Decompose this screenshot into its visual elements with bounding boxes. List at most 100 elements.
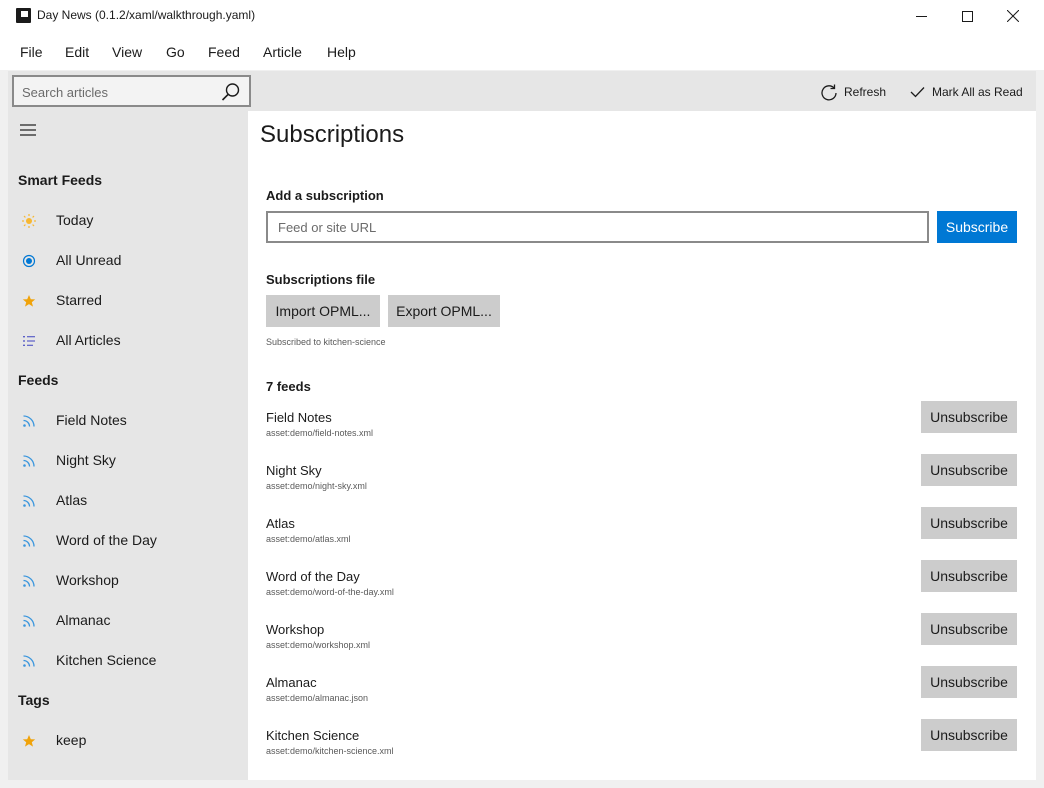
sidebar-item-feed[interactable]: Field Notes [8,402,248,438]
sidebar-item-feed[interactable]: Atlas [8,482,248,518]
star-icon [22,735,36,747]
hamburger-icon[interactable] [19,123,37,137]
smart-feeds-header: Smart Feeds [18,172,103,188]
feed-row: Night Sky asset:demo/night-sky.xml Unsubsc… [266,454,1017,511]
feed-url: asset:demo/word-of-the-day.xml [266,587,394,597]
feed-row: Word of the Day asset:demo/word-of-the-da… [266,560,1017,617]
menu-view[interactable]: View [112,44,142,60]
feed-url: asset:demo/field-notes.xml [266,428,374,438]
feed-row: Atlas asset:demo/atlas.xml Unsubscribe [266,507,1017,564]
search-icon[interactable] [221,82,241,102]
subscriptions-file-label: Subscriptions file [266,272,376,287]
sidebar-item-all-articles[interactable]: All Articles [8,322,248,358]
sidebar-item-label: Atlas [56,492,88,508]
sidebar-item-label: All Articles [56,332,121,348]
unsubscribe-button[interactable]: Unsubscribe [921,507,1017,539]
sidebar-item-feed[interactable]: Word of the Day [8,522,248,558]
app-icon [16,8,31,23]
mark-all-read-button[interactable]: Mark All as Read [910,81,1023,103]
menu-edit[interactable]: Edit [65,44,89,60]
window-title: Day News (0.1.2/xaml/walkthrough.yaml) [37,8,256,22]
export-opml-button[interactable]: Export OPML... [388,295,500,327]
main-content: Subscriptions Add a subscription Subscri… [248,111,1036,780]
rss-icon [23,455,35,467]
status-message: Subscribed to kitchen-science [266,337,386,347]
refresh-icon [821,84,837,101]
sidebar-item-label: Workshop [56,572,119,588]
sidebar-item-label: Field Notes [56,412,127,428]
menu-article[interactable]: Article [263,44,302,60]
feed-title: Workshop [266,622,325,637]
sidebar-item-all-unread[interactable]: All Unread [8,242,248,278]
menu-file[interactable]: File [20,44,43,60]
minimize-icon [915,15,927,17]
unsubscribe-button[interactable]: Unsubscribe [921,560,1017,592]
sidebar-item-label: Night Sky [56,452,116,468]
rss-icon [23,615,35,627]
unsubscribe-button[interactable]: Unsubscribe [921,401,1017,433]
unsubscribe-button[interactable]: Unsubscribe [921,613,1017,645]
sun-icon [22,214,36,228]
feed-row: Kitchen Science asset:demo/kitchen-scienc… [266,719,1017,776]
maximize-icon [961,10,973,22]
list-icon [23,336,35,346]
sidebar-item-label: Kitchen Science [56,652,157,668]
radio-dot-icon [22,254,36,268]
rss-icon [23,415,35,427]
feed-title: Field Notes [266,410,332,425]
unsubscribe-button[interactable]: Unsubscribe [921,719,1017,751]
refresh-button[interactable]: Refresh [820,81,886,103]
feed-title: Atlas [266,516,295,531]
sidebar-item-label: Starred [56,292,102,308]
feed-url: asset:demo/almanac.json [266,693,369,703]
maximize-button[interactable] [944,0,990,32]
import-opml-button[interactable]: Import OPML... [266,295,380,327]
sidebar-item-starred[interactable]: Starred [8,282,248,318]
feed-url-input[interactable] [266,211,929,243]
feed-url: asset:demo/workshop.xml [266,640,371,650]
feed-title: Word of the Day [266,569,360,584]
sidebar-item-label: keep [56,732,87,748]
feed-url: asset:demo/night-sky.xml [266,481,367,491]
feeds-header: Feeds [18,372,59,388]
feed-url: asset:demo/kitchen-science.xml [266,746,394,756]
close-icon [1007,10,1019,22]
feed-title: Almanac [266,675,317,690]
minimize-button[interactable] [898,0,944,32]
sidebar-item-tag-keep[interactable]: keep [8,722,248,758]
sidebar-item-today[interactable]: Today [8,202,248,238]
feed-title: Night Sky [266,463,322,478]
feed-count: 7 feeds [266,379,311,394]
sidebar-item-feed[interactable]: Night Sky [8,442,248,478]
sidebar: Smart Feeds Today All Unread Starred All… [8,111,248,780]
rss-icon [23,535,35,547]
add-subscription-label: Add a subscription [266,188,384,203]
rss-icon [23,575,35,587]
toolbar: Refresh Mark All as Read [8,71,1036,111]
tags-header: Tags [18,692,50,708]
unsubscribe-button[interactable]: Unsubscribe [921,454,1017,486]
sidebar-item-feed[interactable]: Almanac [8,602,248,638]
search-input[interactable] [22,82,212,102]
sidebar-item-label: All Unread [56,252,122,268]
checkmark-icon [910,87,925,98]
menu-help[interactable]: Help [327,44,356,60]
unsubscribe-button[interactable]: Unsubscribe [921,666,1017,698]
close-button[interactable] [990,0,1036,32]
feed-row: Workshop asset:demo/workshop.xml Unsubscri… [266,613,1017,670]
page-title: Subscriptions [260,121,405,148]
feed-row: Almanac asset:demo/almanac.json Unsubscrib… [266,666,1017,723]
title-bar: Day News (0.1.2/xaml/walkthrough.yaml) [0,0,1044,32]
menu-feed[interactable]: Feed [208,44,240,60]
menu-bar: File Edit View Go Feed Article Help [0,32,1044,70]
star-icon [22,295,36,307]
sidebar-item-feed[interactable]: Kitchen Science [8,642,248,678]
sidebar-item-feed[interactable]: Workshop [8,562,248,598]
feed-title: Kitchen Science [266,728,360,743]
menu-go[interactable]: Go [166,44,185,60]
sidebar-item-label: Almanac [56,612,111,628]
sidebar-item-label: Word of the Day [56,532,157,548]
feed-url: asset:demo/atlas.xml [266,534,351,544]
subscribe-button[interactable]: Subscribe [937,211,1017,243]
rss-icon [23,655,35,667]
